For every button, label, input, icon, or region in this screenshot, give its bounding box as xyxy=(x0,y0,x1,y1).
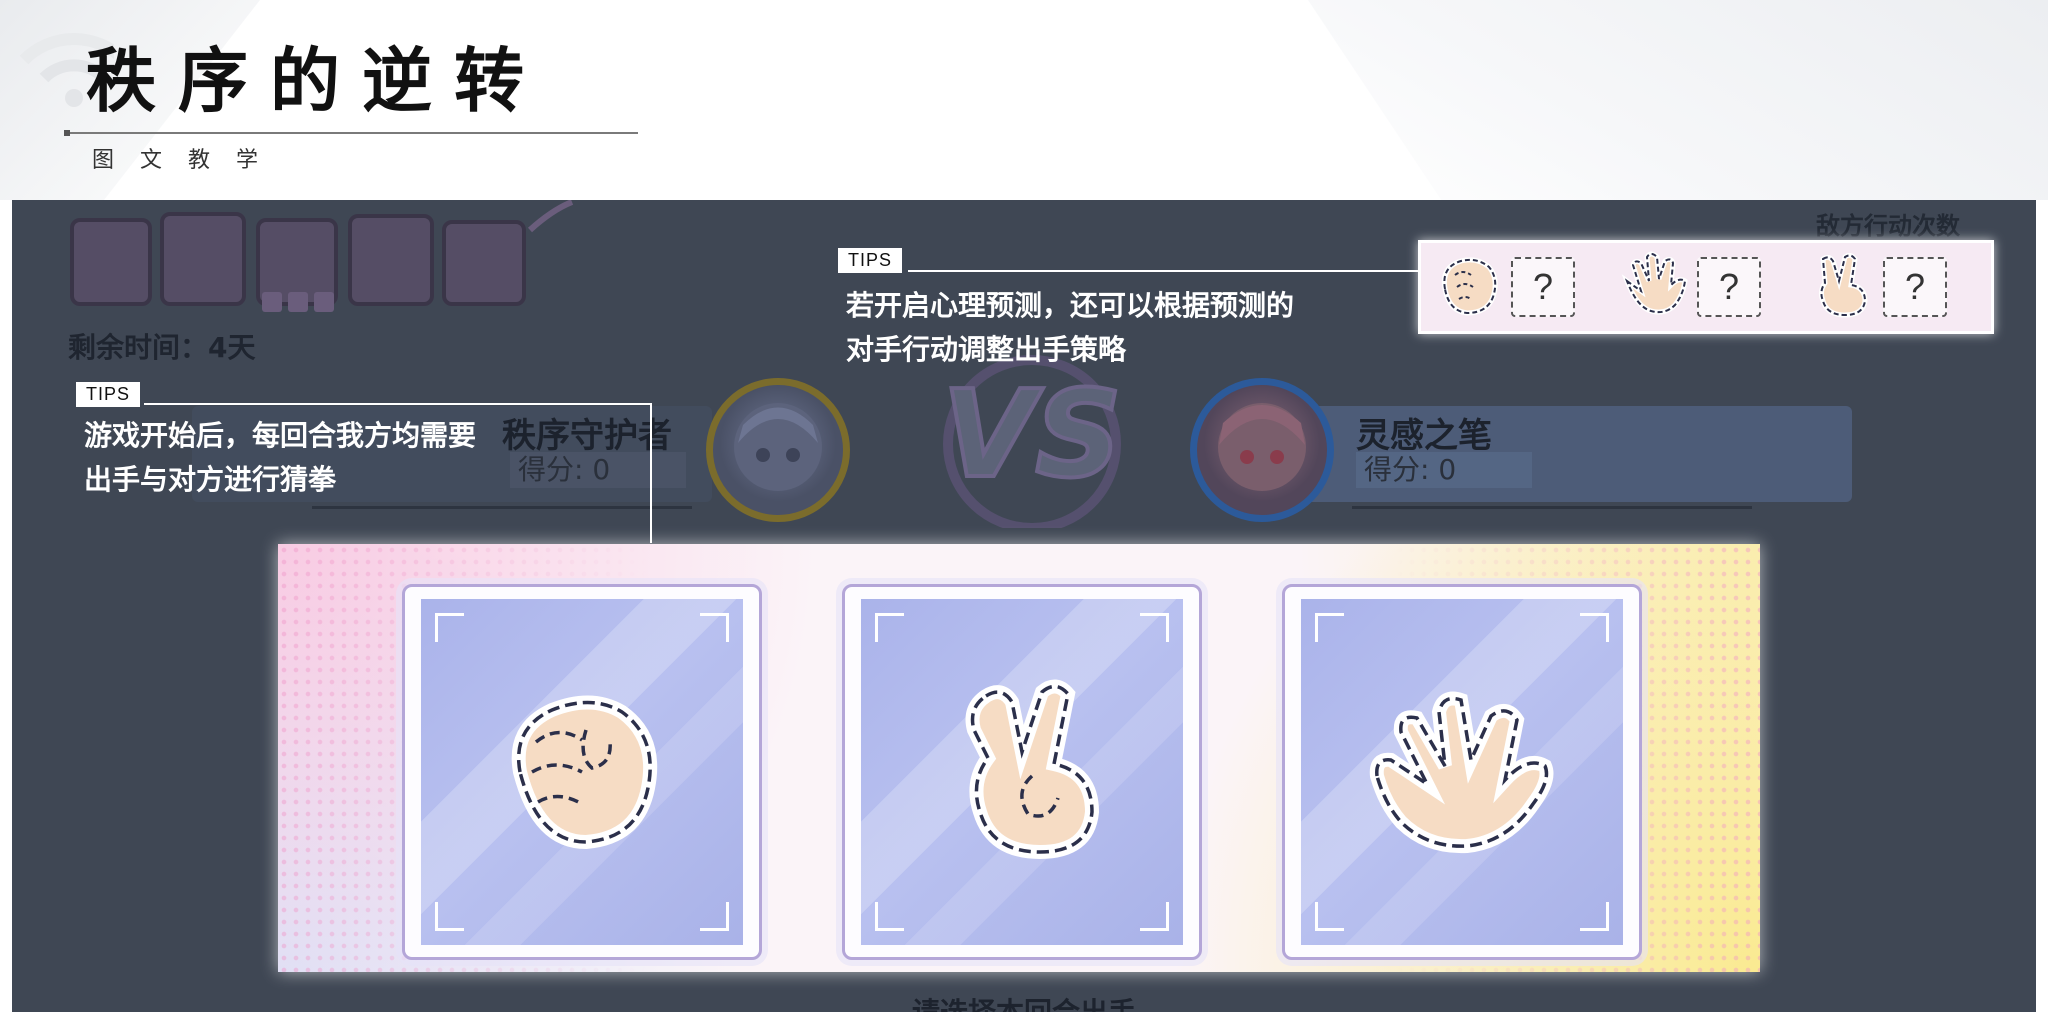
tips-connector-line xyxy=(144,403,652,405)
player-right-avatar xyxy=(1190,378,1334,522)
chibi-face-icon xyxy=(1218,403,1306,491)
choice-card-paper[interactable] xyxy=(1282,584,1642,960)
tips-text-turn-rule: 游戏开始后，每回合我方均需要 出手与对方进行猜拳 xyxy=(84,414,476,502)
player-right-name: 灵感之笔 xyxy=(1356,416,1492,456)
scissors-icon xyxy=(1818,252,1868,318)
card-face xyxy=(861,599,1183,945)
player-left-underline xyxy=(312,506,692,509)
tips-text-line: 对手行动调整出手策略 xyxy=(846,333,1127,366)
vs-emblem: VS xyxy=(940,355,1124,528)
tips-connector-line xyxy=(650,403,652,543)
enemy-action-slot: ? xyxy=(1619,251,1769,321)
rock-icon xyxy=(1441,257,1498,316)
paper-icon xyxy=(1369,691,1554,854)
choice-card-rock[interactable] xyxy=(402,584,762,960)
tips-text-line: 若开启心理预测，还可以根据预测的 xyxy=(846,289,1295,322)
tips-text-line: 游戏开始后，每回合我方均需要 xyxy=(84,419,477,452)
page-title: 秩序的逆转 xyxy=(86,40,546,122)
enemy-action-unknown: ? xyxy=(1697,257,1761,317)
enemy-action-unknown: ? xyxy=(1883,257,1947,317)
bottom-prompt: 请选择本回合出手 xyxy=(12,992,2036,1012)
enemy-action-panel: ? ? ? xyxy=(1418,240,1994,334)
enemy-action-unknown: ? xyxy=(1511,257,1575,317)
player-left-avatar xyxy=(706,378,850,522)
tips-connector-line xyxy=(908,270,1420,272)
scissors-icon xyxy=(965,679,1100,860)
game-screenshot: 剩余时间：4天 敌方行动次数 VS 秩序守护者 得分: 0 灵感之笔 得分: 0 xyxy=(12,200,2036,1012)
enemy-action-slot: ? xyxy=(1805,251,1955,321)
title-divider xyxy=(64,130,638,136)
game-logo xyxy=(70,200,574,312)
enemy-action-count-label: 敌方行动次数 xyxy=(1816,212,1960,240)
rock-icon xyxy=(511,695,658,850)
svg-text:VS: VS xyxy=(942,366,1121,505)
remaining-time: 剩余时间：4天 xyxy=(68,331,256,364)
tips-tag: TIPS xyxy=(76,382,141,407)
tips-tag: TIPS xyxy=(838,248,903,273)
paper-icon xyxy=(1621,251,1688,315)
hand-choice-panel xyxy=(278,544,1760,972)
player-right-score: 得分: 0 xyxy=(1356,452,1532,488)
player-left-score: 得分: 0 xyxy=(510,452,686,488)
enemy-action-slot: ? xyxy=(1433,251,1583,321)
tips-text-prediction: 若开启心理预测，还可以根据预测的 对手行动调整出手策略 xyxy=(846,284,1294,372)
page-subtitle: 图文教学 xyxy=(92,148,285,173)
player-right-underline xyxy=(1352,506,1752,509)
tips-text-line: 出手与对方进行猜拳 xyxy=(84,463,337,496)
chibi-face-icon xyxy=(734,403,822,491)
player-left-name: 秩序守护者 xyxy=(502,416,672,456)
card-face xyxy=(1301,599,1623,945)
card-face xyxy=(421,599,743,945)
choice-card-scissors[interactable] xyxy=(842,584,1202,960)
header-decoration-right xyxy=(1308,0,2048,200)
